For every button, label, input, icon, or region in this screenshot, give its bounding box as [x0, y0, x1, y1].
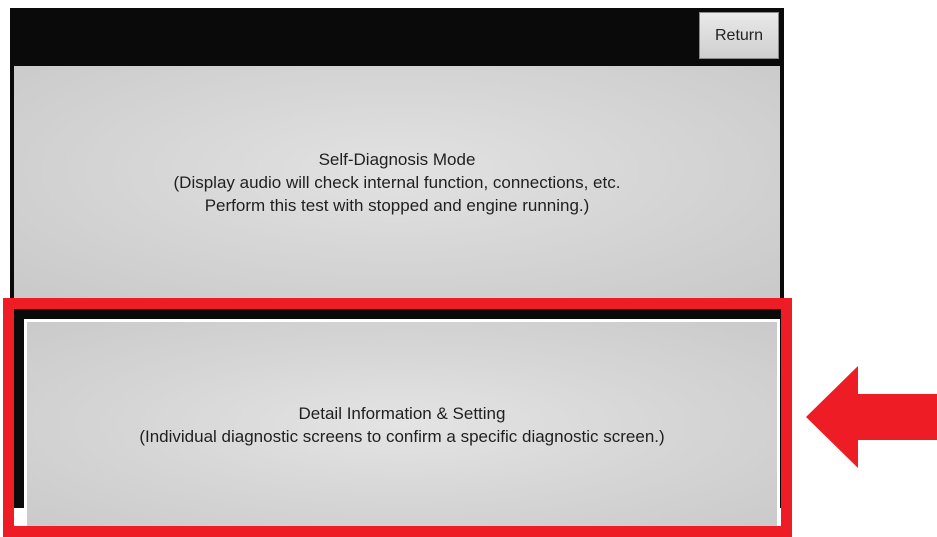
detail-information-title: Detail Information & Setting — [298, 404, 506, 423]
detail-information-text: Detail Information & Setting (Individual… — [139, 402, 664, 448]
self-diagnosis-title: Self-Diagnosis Mode — [318, 149, 476, 169]
self-diagnosis-text: Self-Diagnosis Mode (Display audio will … — [174, 148, 621, 217]
self-diagnosis-description-line2: Perform this test with stopped and engin… — [204, 195, 590, 215]
self-diagnosis-mode-button[interactable]: Self-Diagnosis Mode (Display audio will … — [14, 66, 780, 298]
detail-information-setting-button[interactable]: Detail Information & Setting (Individual… — [24, 319, 780, 531]
left-arrow-icon — [806, 366, 937, 468]
self-diagnosis-description-line1: (Display audio will check internal funct… — [173, 172, 621, 192]
return-button[interactable]: Return — [699, 12, 779, 59]
display-screen: Return Self-Diagnosis Mode (Display audi… — [10, 8, 784, 531]
detail-information-description: (Individual diagnostic screens to confir… — [139, 427, 665, 446]
